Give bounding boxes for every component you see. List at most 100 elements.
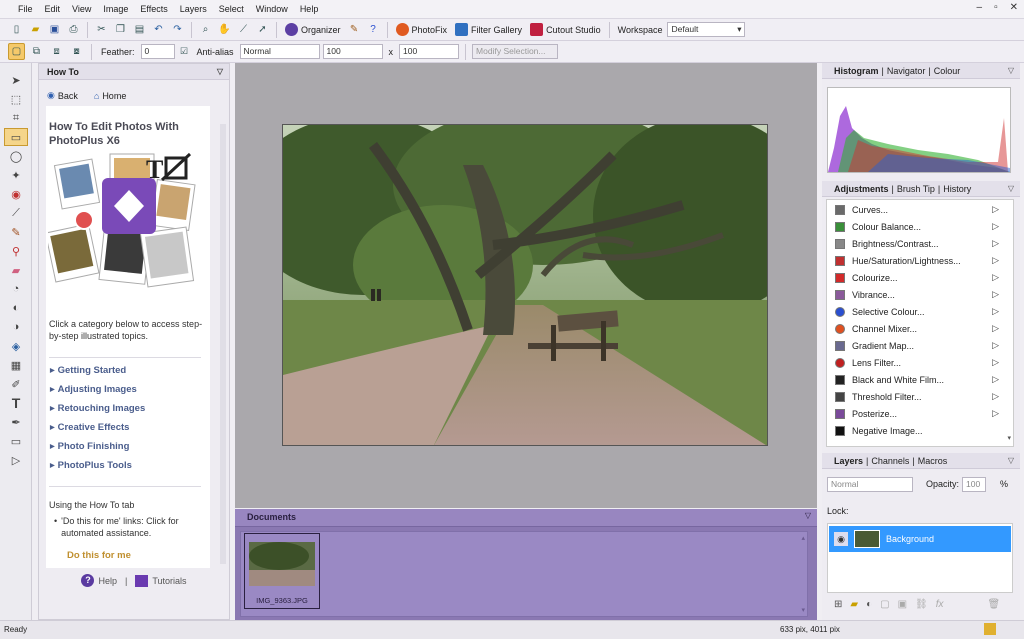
document-thumbnail[interactable]: IMG_9363.JPG <box>244 533 320 609</box>
menu-edit[interactable]: Edit <box>39 0 67 19</box>
red-eye-icon[interactable]: ◉ <box>4 185 28 203</box>
adjustment-negative[interactable]: Negative Image... <box>835 422 1003 439</box>
layer-blend-select[interactable]: Normal <box>827 477 913 492</box>
paste-icon[interactable]: ▤ <box>131 21 148 38</box>
menu-window[interactable]: Window <box>250 0 294 19</box>
filter-gallery-button[interactable]: Filter Gallery <box>452 23 525 36</box>
redo-icon[interactable]: ↷ <box>169 21 186 38</box>
menu-help[interactable]: Help <box>294 0 325 19</box>
smudge-icon[interactable]: ◔ <box>4 280 28 298</box>
adjustment-selective-colour[interactable]: Selective Colour... ▷ <box>835 303 1003 320</box>
help-icon[interactable]: ? <box>365 21 382 38</box>
new-file-icon[interactable]: ▯ <box>8 21 25 38</box>
minimize-icon[interactable]: – <box>977 2 983 13</box>
eye-icon[interactable]: ◉ <box>834 532 848 546</box>
selection-mode-add-icon[interactable]: ⧉ <box>28 43 45 60</box>
play-icon[interactable]: ▷ <box>992 221 999 232</box>
category-creative-effects[interactable]: ▶ Creative Effects <box>50 422 129 433</box>
blend-mode-select[interactable]: Normal <box>239 44 320 59</box>
adjustment-hue-saturation[interactable]: Hue/Saturation/Lightness... ▷ <box>835 252 1003 269</box>
back-button[interactable]: ◉ Back <box>47 90 78 101</box>
tab-history[interactable]: History <box>943 184 971 194</box>
checkbox-icon[interactable]: ☑ <box>178 43 191 60</box>
clone-icon[interactable]: ⚲ <box>4 242 28 260</box>
mask-options-icon[interactable]: ▣ <box>898 599 907 610</box>
how-to-scrollbar[interactable] <box>220 124 226 564</box>
feather-input[interactable]: 0 <box>140 44 175 59</box>
tab-colour[interactable]: Colour <box>934 66 961 76</box>
category-adjusting-images[interactable]: ▶ Adjusting Images <box>50 384 137 395</box>
adjustment-lens-filter[interactable]: Lens Filter... ▷ <box>835 354 1003 371</box>
category-retouching-images[interactable]: ▶ Retouching Images <box>50 403 145 414</box>
mask-icon[interactable]: ▢ <box>880 599 889 610</box>
organizer-button[interactable]: Organizer <box>282 23 344 36</box>
cut-icon[interactable]: ✂ <box>93 21 110 38</box>
open-folder-icon[interactable]: ▰ <box>27 21 44 38</box>
photo-canvas[interactable] <box>282 124 768 446</box>
panel-menu-icon[interactable]: ▽ <box>805 511 811 520</box>
play-icon[interactable]: ▷ <box>992 374 999 385</box>
adjustment-posterize[interactable]: Posterize... ▷ <box>835 405 1003 422</box>
adjustment-curves[interactable]: Curves... ▷ <box>835 201 1003 218</box>
category-photo-finishing[interactable]: ▶ Photo Finishing <box>50 441 129 452</box>
tab-adjustments[interactable]: Adjustments <box>834 184 889 194</box>
opacity-input[interactable]: 100 <box>962 477 986 492</box>
tab-layers[interactable]: Layers <box>834 456 863 466</box>
text-tool-icon[interactable]: T <box>4 394 28 412</box>
crop-tool-icon[interactable]: ⌗ <box>4 109 28 127</box>
play-icon[interactable]: ▷ <box>992 272 999 283</box>
rectangle-select-icon[interactable]: ▭ <box>4 128 28 146</box>
adjustment-layer-icon[interactable]: ◐ <box>866 599 872 610</box>
tab-brush-tip[interactable]: Brush Tip <box>897 184 935 194</box>
shape-icon[interactable]: ▭ <box>4 432 28 450</box>
pen-icon[interactable]: ✒ <box>4 413 28 431</box>
menu-layers[interactable]: Layers <box>174 0 213 19</box>
panel-menu-icon[interactable]: ▽ <box>1008 66 1014 75</box>
selection-mode-intersect-icon[interactable]: ⧇ <box>68 43 85 60</box>
warp-icon[interactable]: ✐ <box>4 375 28 393</box>
play-icon[interactable]: ▷ <box>992 289 999 300</box>
zoom-icon[interactable]: ⌕ <box>197 21 214 38</box>
play-icon[interactable]: ▷ <box>992 391 999 402</box>
selection-mode-new-icon[interactable]: ▢ <box>8 43 25 60</box>
ruler-icon[interactable]: ⟋ <box>235 21 252 38</box>
how-to-tab[interactable]: How To <box>47 67 79 77</box>
panel-menu-icon[interactable]: ▽ <box>217 67 223 76</box>
menu-select[interactable]: Select <box>213 0 250 19</box>
delete-layer-icon[interactable]: 🗑 <box>988 599 1001 610</box>
category-getting-started[interactable]: ▶ Getting Started <box>50 365 126 376</box>
home-button[interactable]: ⌂ Home <box>94 90 126 101</box>
play-icon[interactable]: ▷ <box>992 357 999 368</box>
tutorials-link[interactable]: Tutorials <box>135 574 187 587</box>
link-icon[interactable]: ⛓ <box>915 599 928 610</box>
paint-icon[interactable]: ✎ <box>346 21 363 38</box>
category-photoplus-tools[interactable]: ▶ PhotoPlus Tools <box>50 460 132 471</box>
menu-image[interactable]: Image <box>97 0 134 19</box>
help-link[interactable]: ? Help <box>81 574 117 587</box>
panel-menu-icon[interactable]: ▽ <box>1008 184 1014 193</box>
dropper-icon[interactable]: ⟋ <box>4 204 28 222</box>
play-icon[interactable]: ▷ <box>992 306 999 317</box>
play-icon[interactable]: ▷ <box>992 255 999 266</box>
adjustment-black-white-film[interactable]: Black and White Film... ▷ <box>835 371 1003 388</box>
play-icon[interactable]: ▷ <box>992 340 999 351</box>
print-icon[interactable]: ⎙ <box>65 21 82 38</box>
brush-icon[interactable]: ✎ <box>4 223 28 241</box>
hand-icon[interactable]: ✋ <box>216 21 233 38</box>
restore-icon[interactable]: ▫ <box>994 2 998 13</box>
save-icon[interactable]: ▣ <box>46 21 63 38</box>
workspace-select[interactable]: Default ▾ <box>667 22 746 37</box>
deform-tool-icon[interactable]: ⬚ <box>4 90 28 108</box>
panel-menu-icon[interactable]: ▽ <box>1008 456 1014 465</box>
dodge-icon[interactable]: ◐ <box>4 299 28 317</box>
copy-icon[interactable]: ❐ <box>112 21 129 38</box>
menu-file[interactable]: File <box>12 0 39 19</box>
tab-channels[interactable]: Channels <box>871 456 909 466</box>
pointer-icon[interactable]: ➚ <box>254 21 271 38</box>
scroll-up-icon[interactable]: ▴ <box>801 534 805 542</box>
height-input[interactable]: 100 <box>399 44 460 59</box>
tab-histogram[interactable]: Histogram <box>834 66 879 76</box>
zoom-icon[interactable] <box>984 623 996 635</box>
adjustment-gradient-map[interactable]: Gradient Map... ▷ <box>835 337 1003 354</box>
adjustment-colour-balance[interactable]: Colour Balance... ▷ <box>835 218 1003 235</box>
